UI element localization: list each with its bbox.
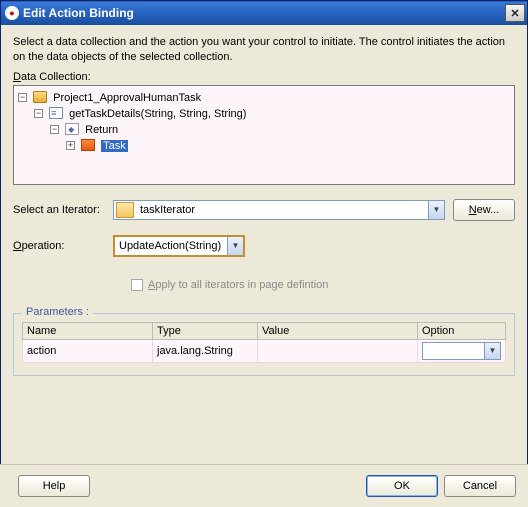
operation-value: UpdateAction(String) xyxy=(115,240,227,252)
title-bar: ● Edit Action Binding ✕ xyxy=(1,1,527,25)
operation-combo[interactable]: UpdateAction(String) xyxy=(113,235,245,257)
operation-label: Operation: xyxy=(13,240,113,252)
col-name[interactable]: Name xyxy=(23,322,153,339)
iterator-icon xyxy=(116,202,134,218)
tree-node-label: Return xyxy=(85,124,118,136)
close-button[interactable]: ✕ xyxy=(505,4,525,22)
tree-node-label: getTaskDetails(String, String, String) xyxy=(69,108,246,120)
dialog-description: Select a data collection and the action … xyxy=(13,35,515,65)
table-row[interactable]: action java.lang.String xyxy=(23,339,506,362)
task-icon xyxy=(81,139,95,151)
chevron-down-icon[interactable] xyxy=(484,343,500,359)
collapse-icon[interactable]: − xyxy=(34,109,43,118)
collapse-icon[interactable]: − xyxy=(50,125,59,134)
parameters-legend: Parameters : xyxy=(22,306,93,318)
iterator-value: taskIterator xyxy=(136,204,428,216)
tree-node-label-selected: Task xyxy=(101,140,128,152)
cancel-button[interactable]: Cancel xyxy=(444,475,516,497)
cell-type: java.lang.String xyxy=(153,339,258,362)
apply-all-row: Apply to all iterators in page defintion… xyxy=(131,279,515,291)
dialog-footer: Help OK Cancel xyxy=(0,464,528,507)
parameters-table: Name Type Value Option action java.lang.… xyxy=(22,322,506,363)
tree-node-return[interactable]: − Return + Task xyxy=(50,122,512,154)
chevron-down-icon[interactable] xyxy=(227,237,243,255)
parameters-fieldset: Parameters : Name Type Value Option acti… xyxy=(13,313,515,376)
cell-name: action xyxy=(23,339,153,362)
help-button[interactable]: Help xyxy=(18,475,90,497)
cell-option[interactable] xyxy=(418,339,506,362)
app-icon: ● xyxy=(5,6,19,20)
iterator-combo[interactable]: taskIterator xyxy=(113,200,445,220)
chevron-down-icon[interactable] xyxy=(428,201,444,219)
tree-node-label: Project1_ApprovalHumanTask xyxy=(53,92,201,104)
return-icon xyxy=(65,123,79,135)
new-iterator-button[interactable]: New... xyxy=(453,199,515,221)
iterator-label: Select an Iterator: xyxy=(13,204,113,216)
collapse-icon[interactable]: − xyxy=(18,93,27,102)
col-option[interactable]: Option xyxy=(418,322,506,339)
data-collection-tree[interactable]: − Project1_ApprovalHumanTask − getTaskDe… xyxy=(13,85,515,185)
cell-value[interactable] xyxy=(258,339,418,362)
expand-icon[interactable]: + xyxy=(66,141,75,150)
tree-node-task[interactable]: + Task xyxy=(66,138,512,154)
tree-node-root[interactable]: − Project1_ApprovalHumanTask − getTaskDe… xyxy=(18,90,512,154)
apply-all-checkbox[interactable] xyxy=(131,279,143,291)
col-type[interactable]: Type xyxy=(153,322,258,339)
method-icon xyxy=(49,107,63,119)
window-title: Edit Action Binding xyxy=(23,6,134,20)
option-combo[interactable] xyxy=(422,342,501,360)
col-value[interactable]: Value xyxy=(258,322,418,339)
ok-button[interactable]: OK xyxy=(366,475,438,497)
tree-node-method[interactable]: − getTaskDetails(String, String, String)… xyxy=(34,106,512,154)
folder-icon xyxy=(33,91,47,103)
